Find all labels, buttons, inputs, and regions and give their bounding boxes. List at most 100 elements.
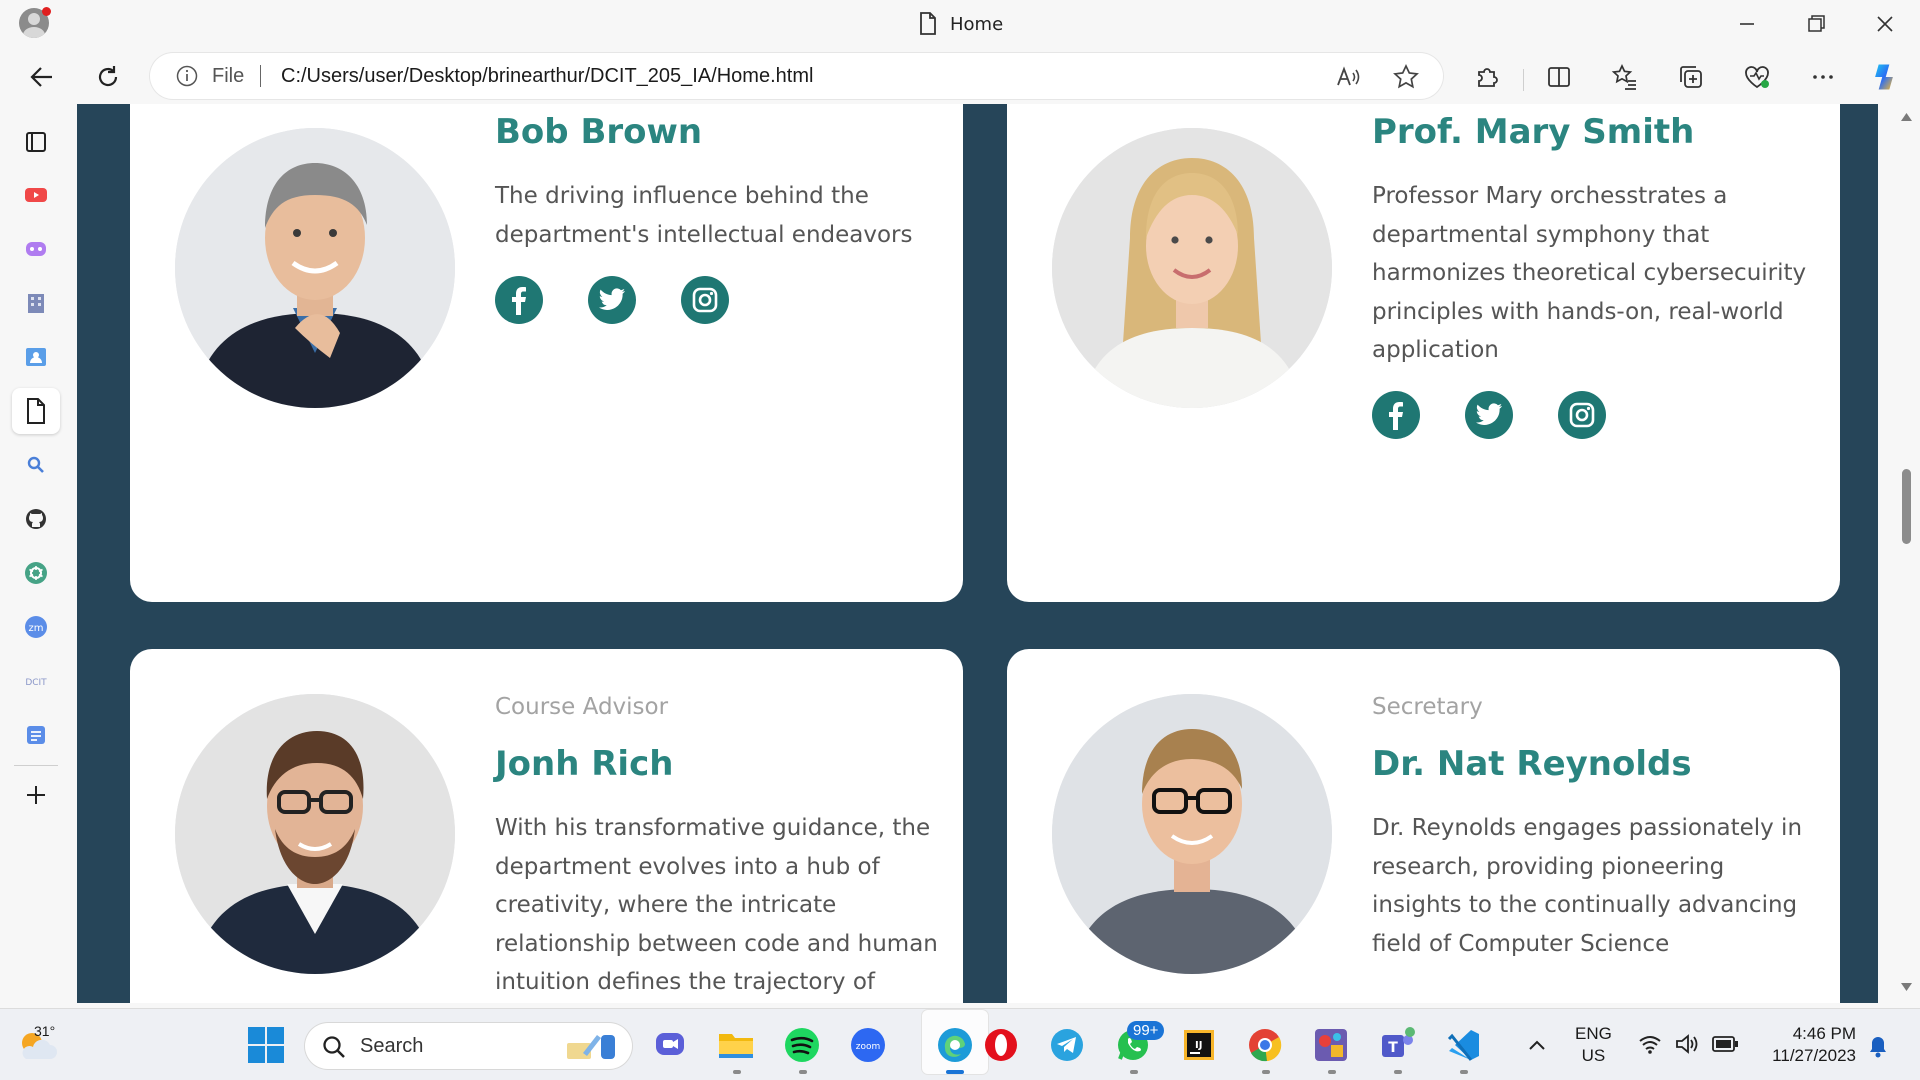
chatgpt-icon — [25, 562, 47, 584]
running-indicator — [1394, 1070, 1402, 1074]
zoom-icon: zoom — [851, 1028, 885, 1062]
taskbar-spotify[interactable] — [782, 1025, 822, 1065]
extensions-button[interactable] — [1471, 61, 1503, 93]
page-scrollbar[interactable] — [1893, 104, 1920, 1003]
current-page-shortcut[interactable] — [12, 388, 60, 434]
taskbar-file-explorer[interactable] — [716, 1025, 756, 1065]
scroll-down-arrow-icon[interactable] — [1900, 982, 1913, 992]
github-icon — [26, 509, 46, 529]
page-icon — [27, 398, 45, 424]
portrait-man-tshirt-icon — [1052, 694, 1332, 974]
taskbar-game-app[interactable] — [1311, 1025, 1351, 1065]
more-options-button[interactable] — [1807, 61, 1839, 93]
staff-description: With his transformative guidance, the de… — [495, 815, 938, 995]
tab-actions-button[interactable] — [18, 124, 54, 160]
notification-dot — [42, 7, 51, 16]
notes-shortcut[interactable] — [18, 717, 54, 753]
refresh-button[interactable] — [92, 61, 124, 93]
favorites-button[interactable] — [1609, 61, 1641, 93]
dcit-shortcut[interactable]: DCIT — [18, 663, 54, 699]
instagram-icon[interactable] — [681, 276, 729, 324]
minimize-icon[interactable] — [1733, 10, 1761, 38]
portrait-man-suit-icon — [175, 128, 455, 408]
search-shortcut[interactable] — [18, 447, 54, 483]
facebook-icon[interactable] — [495, 276, 543, 324]
info-icon[interactable] — [176, 65, 198, 87]
tab[interactable]: Home — [918, 12, 1003, 36]
back-button[interactable] — [26, 61, 58, 93]
split-screen-button[interactable] — [1543, 61, 1575, 93]
scroll-up-arrow-icon[interactable] — [1900, 112, 1913, 122]
youtube-shortcut[interactable] — [18, 177, 54, 213]
copilot-icon — [1875, 64, 1893, 90]
staff-description: The driving influence behind the departm… — [495, 183, 913, 248]
notification-bell-icon[interactable] — [1866, 1033, 1890, 1059]
more-dots-icon — [1813, 75, 1833, 79]
taskbar-telegram[interactable] — [1047, 1025, 1087, 1065]
instagram-icon[interactable] — [1558, 391, 1606, 439]
favorites-list-icon — [1611, 64, 1636, 90]
close-icon[interactable] — [1871, 10, 1899, 38]
collections-button[interactable] — [1675, 61, 1707, 93]
running-indicator — [733, 1070, 741, 1074]
zoom-shortcut[interactable]: zm — [18, 609, 54, 645]
search-highlight-icon — [567, 1035, 615, 1059]
svg-text:zoom: zoom — [856, 1042, 881, 1052]
language-indicator[interactable]: ENG US — [1575, 1023, 1612, 1067]
taskbar-chat-app[interactable] — [650, 1025, 690, 1065]
facebook-icon[interactable] — [1372, 391, 1420, 439]
language-label: ENG — [1575, 1024, 1612, 1043]
twitter-icon[interactable] — [1465, 391, 1513, 439]
chatgpt-shortcut[interactable] — [18, 555, 54, 591]
volume-icon[interactable] — [1674, 1032, 1700, 1056]
staff-photo — [1052, 694, 1332, 974]
restore-icon[interactable] — [1802, 10, 1830, 38]
taskbar-edge[interactable] — [935, 1025, 975, 1065]
taskbar-teams[interactable]: T — [1377, 1025, 1417, 1065]
active-indicator — [946, 1070, 964, 1074]
taskbar-zoom[interactable]: zoom — [848, 1025, 888, 1065]
clock[interactable]: 4:46 PM 11/27/2023 — [1760, 1023, 1856, 1067]
collections-icon — [1680, 66, 1702, 88]
telegram-icon — [1051, 1029, 1083, 1061]
chat-icon — [656, 1033, 684, 1055]
start-button[interactable] — [248, 1027, 284, 1063]
search-icon — [27, 456, 44, 473]
battery-icon[interactable] — [1711, 1034, 1739, 1054]
heart-pulse-icon — [1745, 66, 1769, 89]
games-shortcut[interactable] — [18, 231, 54, 267]
read-aloud-icon[interactable] — [1334, 63, 1362, 91]
github-shortcut[interactable] — [18, 501, 54, 537]
contacts-shortcut[interactable] — [18, 339, 54, 375]
taskbar-opera[interactable] — [981, 1025, 1021, 1065]
taskbar-intellij[interactable]: IJ — [1179, 1025, 1219, 1065]
wifi-icon[interactable] — [1638, 1033, 1662, 1055]
running-indicator — [1328, 1070, 1336, 1074]
staff-name: Jonh Rich — [495, 744, 674, 784]
zoom-icon: zm — [25, 616, 47, 638]
copilot-button[interactable] — [1868, 61, 1900, 93]
windows-logo-tile — [267, 1046, 284, 1063]
staff-role: Secretary — [1372, 694, 1483, 720]
favorite-star-icon[interactable] — [1392, 63, 1420, 91]
taskbar-search[interactable]: Search — [305, 1023, 632, 1069]
navigation-bar: File C:/Users/user/Desktop/brinearthur/D… — [0, 49, 1920, 104]
add-shortcut-button[interactable] — [18, 777, 54, 813]
staff-photo — [1052, 128, 1332, 408]
svg-text:DCIT: DCIT — [25, 678, 47, 688]
browser-essentials-button[interactable] — [1741, 61, 1773, 93]
university-shortcut[interactable] — [18, 285, 54, 321]
folder-icon — [719, 1034, 753, 1058]
taskbar-chrome[interactable] — [1245, 1025, 1285, 1065]
taskbar-vscode[interactable] — [1443, 1025, 1483, 1065]
scrollbar-thumb[interactable] — [1902, 469, 1911, 544]
twitter-icon[interactable] — [588, 276, 636, 324]
browser-sidebar: zm DCIT — [0, 104, 72, 1008]
search-placeholder: Search — [360, 1035, 424, 1057]
notification-badge: 99+ — [1127, 1021, 1165, 1040]
url-text[interactable]: C:/Users/user/Desktop/brinearthur/DCIT_2… — [281, 65, 813, 88]
windows-logo-tile — [248, 1027, 265, 1044]
staff-photo — [175, 694, 455, 974]
chevron-up-icon[interactable] — [1528, 1039, 1546, 1051]
address-bar[interactable]: File C:/Users/user/Desktop/brinearthur/D… — [150, 53, 1443, 99]
